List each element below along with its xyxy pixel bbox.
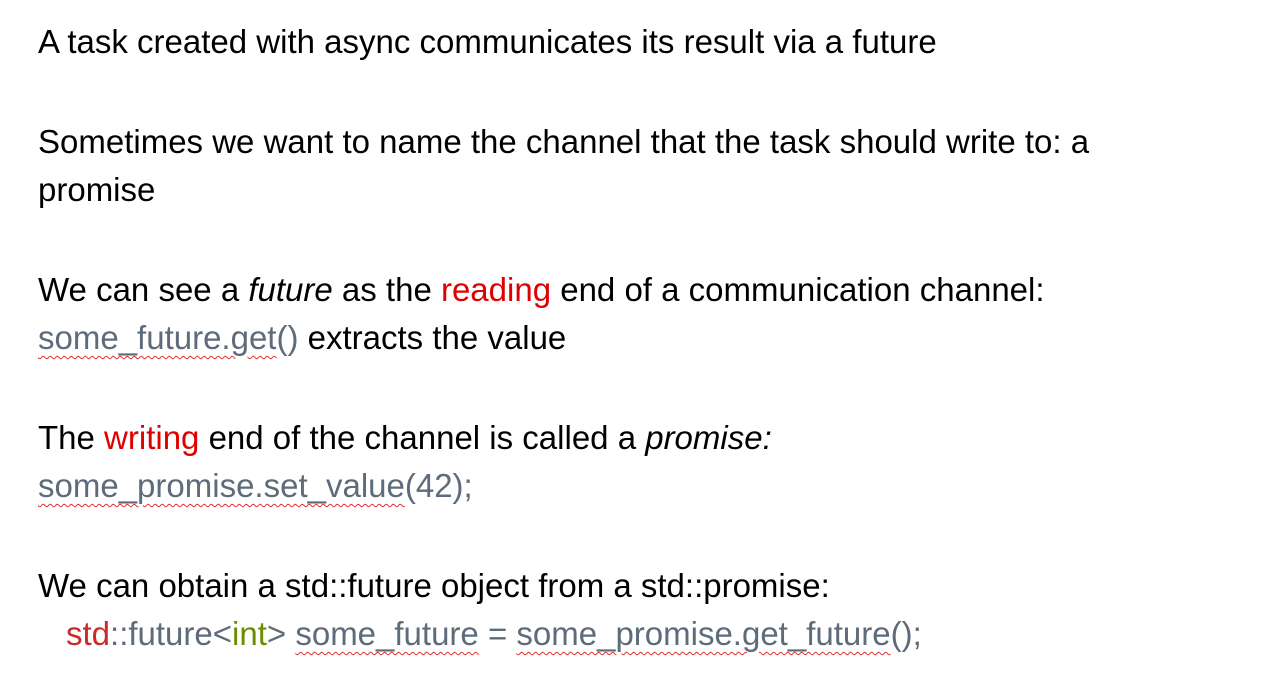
paragraph-promise-writing: The writing end of the channel is called… <box>38 414 1273 510</box>
future-get-parens: () <box>276 319 299 356</box>
std-keyword: std <box>66 615 111 652</box>
future-emphasis: future <box>248 271 333 308</box>
future-scope: ::future< <box>110 615 233 652</box>
writing-highlight: writing <box>104 419 200 456</box>
int-keyword: int <box>232 615 267 652</box>
obtain-future-code-line: std::future<int> some_future = some_prom… <box>38 610 1273 658</box>
paragraph-name-channel: Sometimes we want to name the channel th… <box>38 118 1273 214</box>
call-end: (); <box>890 615 922 652</box>
promise-set-value-code: some_promise.set_value <box>38 467 405 504</box>
assign-operator: = <box>478 615 517 652</box>
get-future-call: some_promise.get_future <box>516 615 891 652</box>
name-channel-line-1: Sometimes we want to name the channel th… <box>38 123 1090 160</box>
future-reading-line-1: We can see a future as the reading end o… <box>38 266 1273 314</box>
obtain-future-text: We can obtain a std::future object from … <box>38 567 830 604</box>
paragraph-future-reading: We can see a future as the reading end o… <box>38 266 1273 362</box>
promise-writing-line-2: some_promise.set_value(42); <box>38 462 1273 510</box>
reading-highlight: reading <box>440 271 552 308</box>
some-future-var: some_future <box>295 615 479 652</box>
future-reading-pre: We can see a <box>38 271 249 308</box>
promise-emphasis: promise: <box>645 419 772 456</box>
promise-writing-line-1: The writing end of the channel is called… <box>38 414 1273 462</box>
future-get-code: some_future.get <box>38 319 277 356</box>
extracts-value-text: extracts the value <box>298 319 567 356</box>
future-reading-line-2: some_future.get() extracts the value <box>38 314 1273 362</box>
async-future-text: A task created with async communicates i… <box>38 23 937 60</box>
name-channel-line-2: promise <box>38 171 156 208</box>
promise-set-value-args: (42); <box>404 467 473 504</box>
promise-writing-pre: The <box>38 419 105 456</box>
promise-writing-mid: end of the channel is called a <box>199 419 646 456</box>
paragraph-obtain-future: We can obtain a std::future object from … <box>38 562 1273 658</box>
template-close: > <box>266 615 296 652</box>
slide-body: A task created with async communicates i… <box>38 18 1273 658</box>
future-reading-post: end of a communication channel: <box>551 271 1045 308</box>
future-reading-mid: as the <box>332 271 441 308</box>
paragraph-async-future: A task created with async communicates i… <box>38 18 1273 66</box>
